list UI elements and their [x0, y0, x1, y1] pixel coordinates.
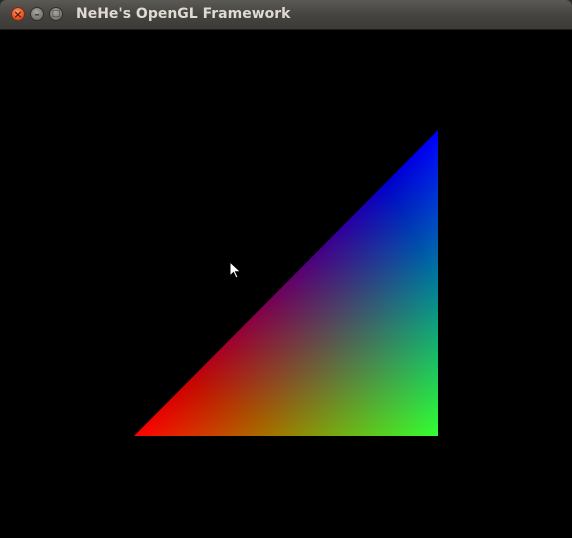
maximize-button[interactable]: □ — [49, 7, 63, 21]
color-triangle — [134, 130, 438, 436]
app-window: × – □ NeHe's OpenGL Framework — [0, 0, 572, 538]
minimize-icon: – — [34, 7, 40, 21]
window-title: NeHe's OpenGL Framework — [76, 6, 291, 22]
close-button[interactable]: × — [11, 7, 25, 21]
opengl-canvas[interactable] — [0, 30, 572, 538]
minimize-button[interactable]: – — [30, 7, 44, 21]
title-bar[interactable]: × – □ NeHe's OpenGL Framework — [0, 0, 572, 30]
maximize-icon: □ — [51, 8, 61, 19]
close-icon: × — [13, 7, 23, 21]
arrow-cursor-icon — [229, 261, 242, 279]
scene-svg — [134, 130, 438, 436]
